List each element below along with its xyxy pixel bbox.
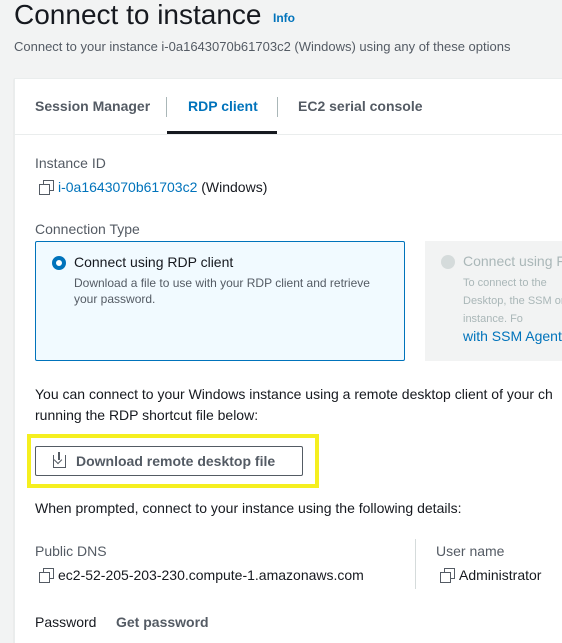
password-label: Password — [35, 614, 97, 630]
instance-id-label: Instance ID — [35, 155, 106, 171]
public-dns-value: ec2-52-205-203-230.compute-1.amazonaws.c… — [39, 567, 364, 583]
tab-ec2-serial-console[interactable]: EC2 serial console — [298, 98, 423, 114]
download-icon — [53, 451, 66, 468]
tab-session-manager[interactable]: Session Manager — [35, 98, 150, 114]
instance-id-link[interactable]: i-0a1643070b61703c2 — [58, 179, 197, 195]
info-link[interactable]: Info — [273, 11, 295, 25]
public-dns-label: Public DNS — [35, 543, 107, 559]
page-title: Connect to instance — [14, 0, 262, 30]
instance-platform: (Windows) — [201, 179, 268, 195]
get-password-button[interactable]: Get password — [116, 614, 209, 630]
tab-divider — [166, 97, 167, 117]
option-description: To connect to the Desktop, the SSM on th… — [463, 277, 562, 325]
username-label: User name — [436, 543, 505, 559]
ssm-agent-link[interactable]: with SSM Agent — [463, 328, 562, 344]
connect-panel: Session Manager RDP client EC2 serial co… — [14, 78, 562, 643]
tab-divider — [277, 97, 278, 117]
public-dns-text: ec2-52-205-203-230.compute-1.amazonaws.c… — [58, 567, 364, 583]
prompt-text: When prompted, connect to your instance … — [35, 500, 462, 516]
connection-type-label: Connection Type — [35, 221, 140, 237]
instructions-text: You can connect to your Windows instance… — [35, 386, 553, 423]
copy-icon[interactable] — [39, 568, 54, 583]
tab-rdp-client[interactable]: RDP client — [188, 98, 258, 114]
tab-bar: Session Manager RDP client EC2 serial co… — [15, 79, 562, 135]
ssm-fleet-manager-option: Connect using F To connect to the Deskto… — [425, 241, 562, 361]
column-divider — [415, 539, 416, 589]
instance-id-value: i-0a1643070b61703c2 (Windows) — [39, 179, 267, 195]
radio-disabled — [441, 255, 455, 269]
copy-icon[interactable] — [39, 180, 54, 195]
radio-selected[interactable] — [52, 256, 66, 270]
username-value: Administrator — [440, 567, 541, 583]
option-title: Connect using F — [463, 253, 562, 269]
rdp-client-option[interactable]: Connect using RDP client Download a file… — [35, 241, 405, 361]
option-title: Connect using RDP client — [74, 254, 234, 270]
option-description: Download a file to use with your RDP cli… — [74, 276, 370, 306]
copy-icon[interactable] — [440, 568, 455, 583]
download-button-label: Download remote desktop file — [76, 453, 276, 469]
page-subtitle: Connect to your instance i-0a1643070b617… — [14, 39, 511, 54]
active-tab-indicator — [167, 131, 277, 134]
username-text: Administrator — [459, 567, 542, 583]
download-rdp-file-button[interactable]: Download remote desktop file — [35, 446, 303, 476]
